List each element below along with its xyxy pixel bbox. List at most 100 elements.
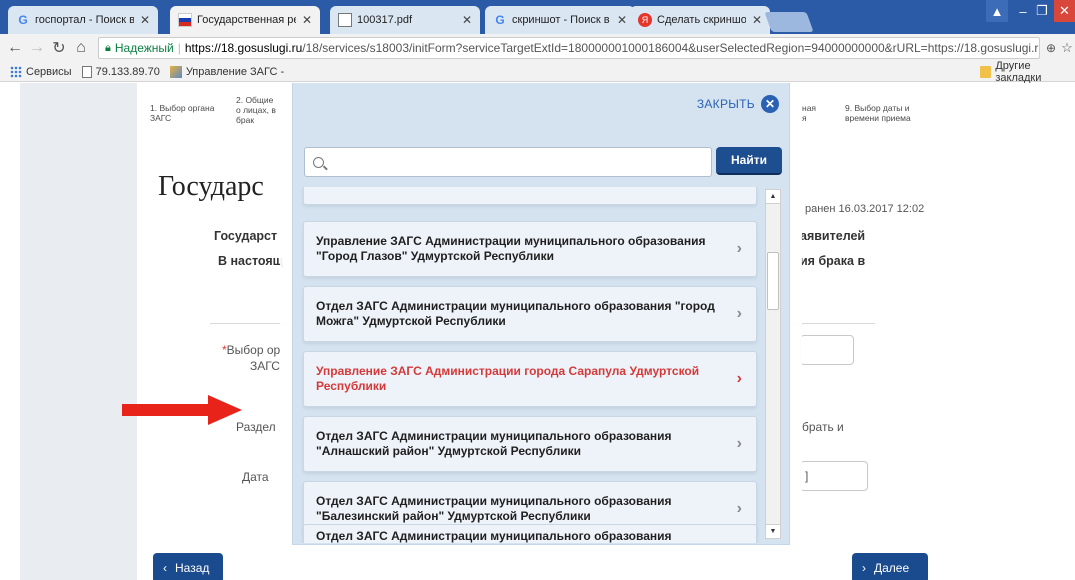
browser-tab-bar: G госпортал - Поиск в Go ✕ Государственн…	[0, 0, 1075, 34]
yandex-icon: Я	[638, 13, 652, 27]
bookmark-label: 79.133.89.70	[95, 65, 160, 78]
chevron-right-icon: ›	[736, 305, 742, 322]
tab-make-screenshot[interactable]: Я Сделать скриншот — С ✕	[630, 6, 770, 34]
list-item[interactable]: Отдел ЗАГС Администрации муниципального …	[303, 416, 757, 472]
bookmark-star-icon[interactable]: ☆	[1056, 40, 1075, 56]
list-scrollbar[interactable]: ▲ ▼	[765, 189, 781, 539]
modal-close[interactable]: ЗАКРЫТЬ ✕	[697, 95, 779, 113]
tab-title: 100317.pdf	[357, 14, 413, 26]
tab-screenshot-search[interactable]: G скриншот - Поиск в Go ✕	[485, 6, 635, 34]
bookmark-services[interactable]: Сервисы	[10, 65, 72, 78]
notice-text: В настоящ	[218, 254, 284, 268]
list-item-text: Отдел ЗАГС Администрации муниципального …	[316, 429, 672, 458]
close-tab-icon[interactable]: ✕	[462, 13, 472, 27]
next-button-label: Далее	[874, 561, 910, 575]
back-arrow-icon[interactable]: ←	[4, 39, 26, 57]
search-input[interactable]	[332, 149, 702, 175]
bookmark-ip[interactable]: 79.133.89.70	[81, 65, 160, 78]
bookmark-zags[interactable]: Управление ЗАГС -	[169, 65, 284, 78]
close-tab-icon[interactable]: ✕	[617, 13, 627, 27]
list-item[interactable]: Отдел ЗАГС Администрации муниципального …	[303, 286, 757, 342]
step-1[interactable]: 1. Выбор органа ЗАГС	[150, 103, 220, 123]
apps-grid-icon	[10, 65, 22, 78]
page-left-margin	[0, 83, 20, 580]
zags-select-field[interactable]	[800, 335, 854, 365]
user-profile-icon[interactable]: ▲	[986, 0, 1008, 22]
close-icon[interactable]: ✕	[761, 95, 779, 113]
step-9[interactable]: 9. Выбор даты и времени приема	[845, 103, 925, 123]
url-bar[interactable]: 🔒︎ Надежный | https://18.gosuslugi.ru /1…	[98, 37, 1040, 59]
close-tab-icon[interactable]: ✕	[302, 13, 312, 27]
chevron-left-icon: ‹	[163, 561, 167, 575]
list-item-text: Отдел ЗАГС Администрации муниципального …	[316, 529, 672, 543]
find-button[interactable]: Найти	[716, 147, 782, 175]
forward-arrow-icon[interactable]: →	[26, 39, 48, 57]
page-icon	[81, 65, 92, 78]
maximize-icon[interactable]: ❐	[1032, 0, 1052, 22]
address-toolbar: ← → ↻ ⌂ 🔒︎ Надежный | https://18.gosuslu…	[0, 34, 1075, 62]
zags-list[interactable]: Управление ЗАГС Администрации муниципаль…	[293, 187, 791, 543]
page-title: Государс	[158, 171, 264, 202]
close-tab-icon[interactable]: ✕	[752, 13, 762, 27]
step-8-partial[interactable]: ная я	[802, 103, 818, 123]
next-button[interactable]: › Далее	[852, 553, 928, 580]
chevron-right-icon: ›	[736, 500, 742, 517]
list-item-partial-top[interactable]	[303, 187, 757, 205]
google-icon: G	[18, 13, 28, 27]
zags-favicon-icon	[169, 65, 182, 78]
list-item-selected[interactable]: Управление ЗАГС Администрации города Сар…	[303, 351, 757, 407]
url-separator: |	[177, 41, 181, 55]
search-field[interactable]	[304, 147, 712, 177]
chevron-right-icon: ›	[736, 370, 742, 387]
field-label-text: Выбор ор	[226, 343, 281, 357]
chevron-right-icon: ›	[736, 240, 742, 257]
home-icon[interactable]: ⌂	[70, 39, 92, 57]
tab-title: скриншот - Поиск в Go	[512, 14, 611, 26]
chevron-right-icon: ›	[862, 561, 866, 575]
field-label-zags-line2: ЗАГС	[250, 359, 280, 373]
minimize-icon[interactable]: –	[1014, 0, 1032, 22]
security-label: Надежный	[114, 41, 174, 55]
tab-title: госпортал - Поиск в Go	[35, 14, 134, 26]
list-item-partial-bottom[interactable]: Отдел ЗАГС Администрации муниципального …	[303, 524, 757, 543]
document-icon	[338, 13, 352, 27]
list-item-text: Управление ЗАГС Администрации города Сар…	[316, 364, 700, 393]
tab-title: Сделать скриншот — С	[657, 14, 746, 26]
chevron-right-icon: ›	[736, 435, 742, 452]
zags-select-modal: ЗАКРЫТЬ ✕ Найти Управление ЗАГС Админист…	[292, 83, 790, 545]
scroll-thumb[interactable]	[767, 252, 779, 310]
url-host: https://18.gosuslugi.ru	[184, 41, 303, 55]
url-path: /18/services/s18003/initForm?serviceTarg…	[302, 41, 1040, 55]
tab-title: Государственная регист	[197, 14, 296, 26]
google-icon: G	[495, 13, 505, 27]
list-item[interactable]: Управление ЗАГС Администрации муниципаль…	[303, 221, 757, 277]
close-window-icon[interactable]: ✕	[1054, 0, 1075, 22]
tab-gosportal-search[interactable]: G госпортал - Поиск в Go ✕	[8, 6, 158, 34]
close-label: ЗАКРЫТЬ	[696, 97, 755, 111]
other-bookmarks[interactable]: Другие закладки	[980, 60, 1075, 84]
folder-icon	[980, 65, 992, 78]
page-right-margin	[945, 83, 1075, 580]
lock-icon: 🔒︎	[105, 41, 111, 54]
reload-icon[interactable]: ↻	[48, 38, 70, 58]
tab-state-registration[interactable]: Государственная регист ✕	[170, 6, 320, 34]
scroll-down-arrow-icon[interactable]: ▼	[766, 524, 780, 538]
list-item-text: Отдел ЗАГС Администрации муниципального …	[316, 299, 715, 328]
section-heading: Государст	[214, 229, 278, 243]
new-tab-button[interactable]	[764, 12, 814, 32]
date-field[interactable]: ]	[800, 461, 868, 491]
list-item-text: Управление ЗАГС Администрации муниципаль…	[316, 234, 706, 263]
tab-pdf[interactable]: 100317.pdf ✕	[330, 6, 480, 34]
bookmark-label: Сервисы	[26, 65, 72, 78]
step-2[interactable]: 2. Общие о лицах, в брак	[236, 95, 280, 125]
close-tab-icon[interactable]: ✕	[140, 13, 150, 27]
back-button-label: Назад	[175, 561, 210, 575]
section-heading-right: аявителей	[800, 229, 866, 243]
scroll-up-arrow-icon[interactable]: ▲	[766, 190, 780, 204]
back-button[interactable]: ‹ Назад	[153, 553, 223, 580]
saved-timestamp: ранен 16.03.2017 12:02	[805, 203, 925, 215]
bookmarks-bar: Сервисы 79.133.89.70 Управление ЗАГС - Д…	[0, 60, 1075, 84]
bookmark-label: Другие закладки	[995, 59, 1042, 84]
notice-text-right: ия брака в	[800, 254, 866, 268]
search-icon	[313, 156, 324, 168]
